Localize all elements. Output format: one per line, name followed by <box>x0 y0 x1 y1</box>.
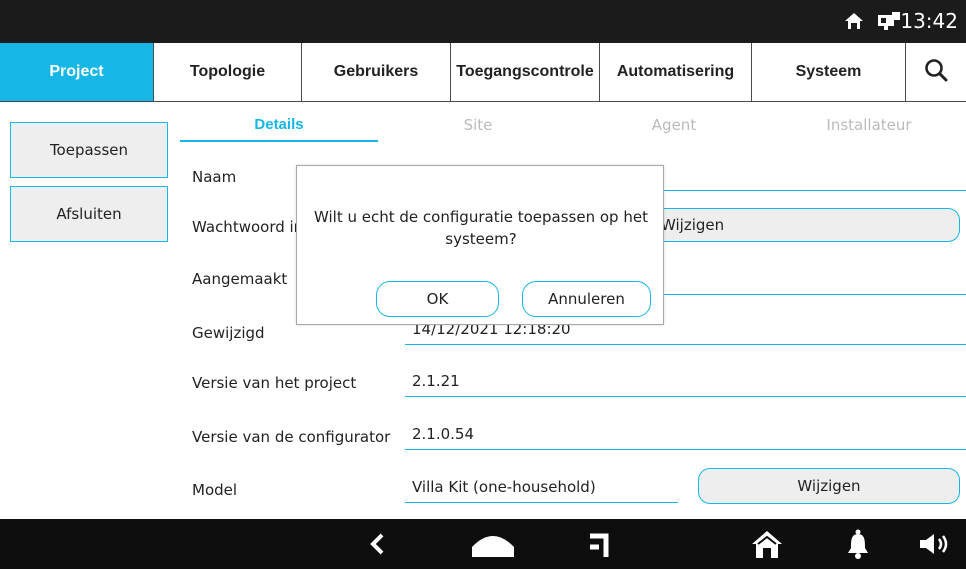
project-version-label: Versie van het project <box>192 374 357 392</box>
home-icon <box>844 11 864 36</box>
dialog-cancel-button[interactable]: Annuleren <box>522 281 651 317</box>
configurator-version-label: Versie van de configurator <box>192 428 391 446</box>
configurator-version-value: 2.1.0.54 <box>412 425 475 443</box>
recent-icon[interactable] <box>586 529 614 559</box>
name-label: Naam <box>192 168 237 186</box>
confirm-dialog: Wilt u echt de configuratie toepassen op… <box>296 165 664 325</box>
tab-toegangscontrole[interactable]: Toegangscontrole <box>451 43 600 101</box>
dialog-message: Wilt u echt de configuratie toepassen op… <box>314 208 648 248</box>
model-value: Villa Kit (one-household) <box>412 478 596 496</box>
password-change-button[interactable]: Wijzigen <box>620 208 960 242</box>
bottom-bar <box>0 519 966 569</box>
project-version-field <box>405 396 966 397</box>
house-icon[interactable] <box>750 529 784 559</box>
subtab-site[interactable]: Site <box>380 116 576 138</box>
active-subtab-indicator <box>180 140 378 142</box>
tab-topologie[interactable]: Topologie <box>154 43 302 101</box>
back-icon[interactable] <box>365 529 389 559</box>
search-button[interactable] <box>906 43 966 101</box>
tab-systeem[interactable]: Systeem <box>752 43 906 101</box>
configurator-version-field <box>405 449 966 450</box>
volume-icon[interactable] <box>918 529 954 559</box>
subtab-agent[interactable]: Agent <box>576 116 772 138</box>
tab-project[interactable]: Project <box>0 43 154 101</box>
dialog-ok-button[interactable]: OK <box>376 281 499 317</box>
network-icon <box>877 11 901 36</box>
modified-label: Gewijzigd <box>192 324 265 342</box>
status-bar: 13:42 <box>0 0 966 43</box>
created-label: Aangemaakt <box>192 270 288 288</box>
top-navigation: Project Topologie Gebruikers Toegangscon… <box>0 43 966 102</box>
subtab-details[interactable]: Details <box>180 116 378 138</box>
project-version-value: 2.1.21 <box>412 372 460 390</box>
close-button[interactable]: Afsluiten <box>10 186 168 242</box>
status-time: 13:42 <box>900 9 958 33</box>
subtab-installateur[interactable]: Installateur <box>772 116 966 138</box>
modified-field <box>405 344 966 345</box>
model-field <box>405 502 678 503</box>
search-icon <box>923 57 949 87</box>
tab-gebruikers[interactable]: Gebruikers <box>302 43 451 101</box>
tab-automatisering[interactable]: Automatisering <box>600 43 752 101</box>
home-shape-icon[interactable] <box>470 529 516 559</box>
password-label: Wachtwoord ir <box>192 218 300 236</box>
model-label: Model <box>192 481 238 499</box>
apply-button[interactable]: Toepassen <box>10 122 168 178</box>
bell-icon[interactable] <box>845 529 871 559</box>
model-change-button[interactable]: Wijzigen <box>698 468 960 504</box>
